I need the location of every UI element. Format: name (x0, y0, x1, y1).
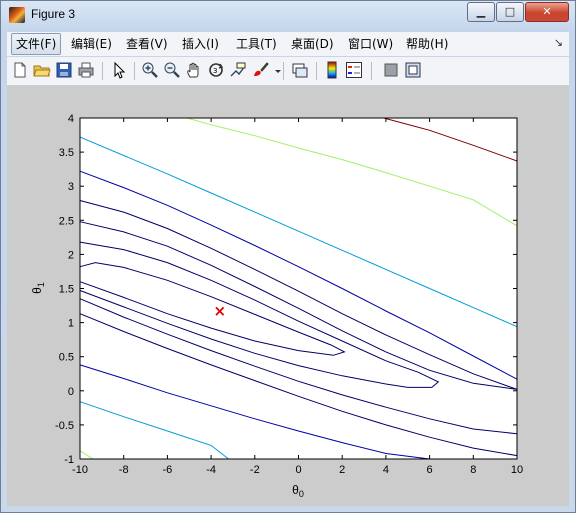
svg-text:3: 3 (213, 67, 217, 75)
menu-insert[interactable]: 插入(I) (178, 35, 223, 53)
y-tick-label: 1.5 (59, 284, 74, 296)
x-tick-label: -8 (119, 464, 129, 476)
y-tick-label: 0 (68, 386, 74, 398)
x-tick-label: 4 (383, 464, 389, 476)
pan-hand-icon[interactable] (185, 61, 203, 79)
y-tick-label: 1 (68, 318, 74, 330)
menu-desktop[interactable]: 桌面(D) (287, 35, 338, 53)
window-controls: ▁ □ ✕ (466, 2, 569, 22)
toolbar-separator (102, 62, 103, 80)
legend-icon[interactable] (345, 61, 363, 79)
minimize-button[interactable]: ▁ (467, 2, 495, 22)
menu-help[interactable]: 帮助(H) (402, 35, 452, 53)
y-tick-label: 3 (68, 181, 74, 193)
y-tick-label: -0.5 (55, 420, 74, 432)
toolbar-separator (371, 62, 372, 80)
x-axis-label-sub: 0 (299, 489, 304, 499)
y-tick-label: 3.5 (59, 147, 74, 159)
menu-edit[interactable]: 编辑(E) (67, 35, 116, 53)
menu-tools[interactable]: 工具(T) (232, 35, 281, 53)
y-axis-label: θ1 (30, 282, 46, 294)
menu-dock-arrow-icon[interactable]: ↘ (554, 36, 563, 49)
x-tick-label: 10 (511, 464, 523, 476)
open-folder-icon[interactable] (33, 61, 51, 79)
save-icon[interactable] (55, 61, 73, 79)
zoom-in-icon[interactable] (141, 61, 159, 79)
minimum-marker: × (214, 302, 227, 320)
matlab-logo-icon (9, 7, 25, 23)
y-tick-label: 4 (68, 113, 74, 125)
x-tick-label: 0 (295, 464, 301, 476)
x-tick-label: -2 (250, 464, 260, 476)
menu-bar: 文件(F) 编辑(E) 查看(V) 插入(I) 工具(T) 桌面(D) 窗口(W… (7, 32, 569, 56)
window-title: Figure 3 (31, 7, 76, 21)
rotate-3d-icon[interactable]: 3 (207, 61, 225, 79)
x-tick-label: 6 (427, 464, 433, 476)
new-file-icon[interactable] (11, 61, 29, 79)
menu-file[interactable]: 文件(F) (11, 33, 62, 55)
title-bar[interactable]: Figure 3 ▁ □ ✕ (1, 1, 575, 29)
hide-plot-tools-icon[interactable] (382, 61, 400, 79)
maximize-button[interactable]: □ (496, 2, 524, 22)
brush-icon[interactable] (251, 61, 269, 79)
brush-dropdown-icon[interactable] (269, 61, 281, 79)
zoom-out-icon[interactable] (163, 61, 181, 79)
y-tick-label: 2 (68, 249, 74, 261)
x-tick-label: -4 (206, 464, 216, 476)
y-tick-label: 2.5 (59, 215, 74, 227)
menu-view[interactable]: 查看(V) (122, 35, 172, 53)
y-tick-label: -1 (64, 454, 74, 466)
toolbar-separator (134, 62, 135, 80)
y-tick-label: 0.5 (59, 352, 74, 364)
x-tick-label: -6 (163, 464, 173, 476)
y-axis-label-sub: 1 (36, 282, 46, 287)
show-plot-tools-icon[interactable] (404, 61, 422, 79)
print-icon[interactable] (77, 61, 95, 79)
figure-canvas: -10 -8 -6 -4 -2 0 2 4 6 8 10 4 3.5 3 2.5 2 1.5 1 0.5 0 -0.5-… (7, 86, 569, 506)
colorbar-icon[interactable] (323, 61, 341, 79)
link-plot-icon[interactable] (291, 61, 309, 79)
figure-toolbar: 3 (7, 57, 569, 86)
x-tick-label: -10 (72, 464, 88, 476)
pointer-icon[interactable] (110, 61, 128, 79)
x-axis-label: θ0 (292, 483, 304, 499)
toolbar-separator (316, 62, 317, 80)
contour-plot: -10 -8 -6 -4 -2 0 2 4 6 8 1043.532.521.510.50-0.5-… (30, 113, 523, 499)
toolbar-separator (283, 62, 284, 80)
figure-window: Figure 3 ▁ □ ✕ 文件(F) 编辑(E) 查看(V) 插入(I) 工… (0, 0, 576, 513)
close-button[interactable]: ✕ (525, 2, 569, 22)
menu-window[interactable]: 窗口(W) (344, 35, 397, 53)
axes-background (80, 118, 517, 459)
data-cursor-icon[interactable] (229, 61, 247, 79)
x-tick-label: 2 (339, 464, 345, 476)
x-tick-label: 8 (470, 464, 476, 476)
